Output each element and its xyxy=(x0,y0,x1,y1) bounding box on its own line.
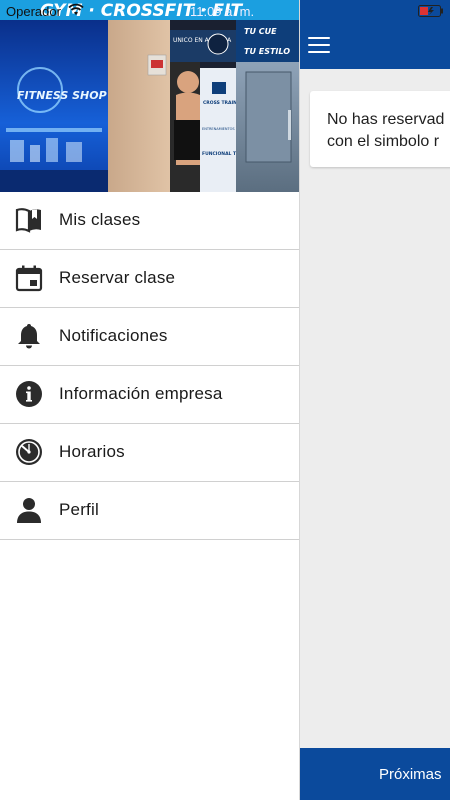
menu-item-notificaciones[interactable]: Notificaciones xyxy=(0,308,299,366)
menu-item-mis-clases[interactable]: Mis clases xyxy=(0,192,299,250)
info-line-2: con el simbolo r xyxy=(327,133,440,150)
carrier-label: Operador xyxy=(6,4,61,19)
person-icon xyxy=(17,498,41,523)
shop-sign-text: FITNESS SHOP xyxy=(17,89,107,102)
bottom-tab-bar: Próximas xyxy=(299,748,450,800)
gym-header-image: GYM · CROSSFIT · FIT FITNESS SHOP UNICO … xyxy=(0,0,299,192)
side-drawer: GYM · CROSSFIT · FIT FITNESS SHOP UNICO … xyxy=(0,0,300,800)
hamburger-menu-icon[interactable] xyxy=(308,37,330,53)
empty-reservations-text: No has reservad con el simbolo r xyxy=(327,109,444,153)
drawer-menu: Mis clases Reservar clase Notificaciones xyxy=(0,192,299,540)
info-line-1: No has reservad xyxy=(327,111,445,128)
bell-icon xyxy=(18,324,40,349)
clock-icon xyxy=(16,439,42,465)
menu-item-reservar-clase[interactable]: Reservar clase xyxy=(0,250,299,308)
tab-proximas[interactable]: Próximas xyxy=(379,766,442,783)
menu-label-horarios: Horarios xyxy=(59,442,125,461)
status-bar: Operador 11:09 a. m. xyxy=(0,0,450,22)
gym-storefront-photo: GYM · CROSSFIT · FIT FITNESS SHOP UNICO … xyxy=(0,0,299,192)
poster-tu-estilo: TU ESTILO xyxy=(244,47,290,56)
book-icon xyxy=(15,208,41,233)
menu-item-horarios[interactable]: Horarios xyxy=(0,424,299,482)
menu-item-informacion-empresa[interactable]: Información empresa xyxy=(0,366,299,424)
menu-label-reservar-clase: Reservar clase xyxy=(59,268,176,287)
wifi-icon xyxy=(68,3,84,15)
main-content: No has reservad con el simbolo r xyxy=(299,69,450,748)
status-time: 11:09 a. m. xyxy=(190,4,255,19)
poster-tu-cuerpo: TU CUE xyxy=(244,27,277,36)
menu-label-perfil: Perfil xyxy=(59,500,99,519)
menu-item-perfil[interactable]: Perfil xyxy=(0,482,299,540)
battery-icon xyxy=(418,5,443,17)
calendar-icon xyxy=(15,265,43,292)
menu-label-mis-clases: Mis clases xyxy=(59,210,141,229)
info-icon xyxy=(16,381,42,407)
empty-reservations-card: No has reservad con el simbolo r xyxy=(310,91,450,167)
menu-label-notificaciones: Notificaciones xyxy=(59,326,168,345)
menu-label-informacion-empresa: Información empresa xyxy=(59,384,223,403)
